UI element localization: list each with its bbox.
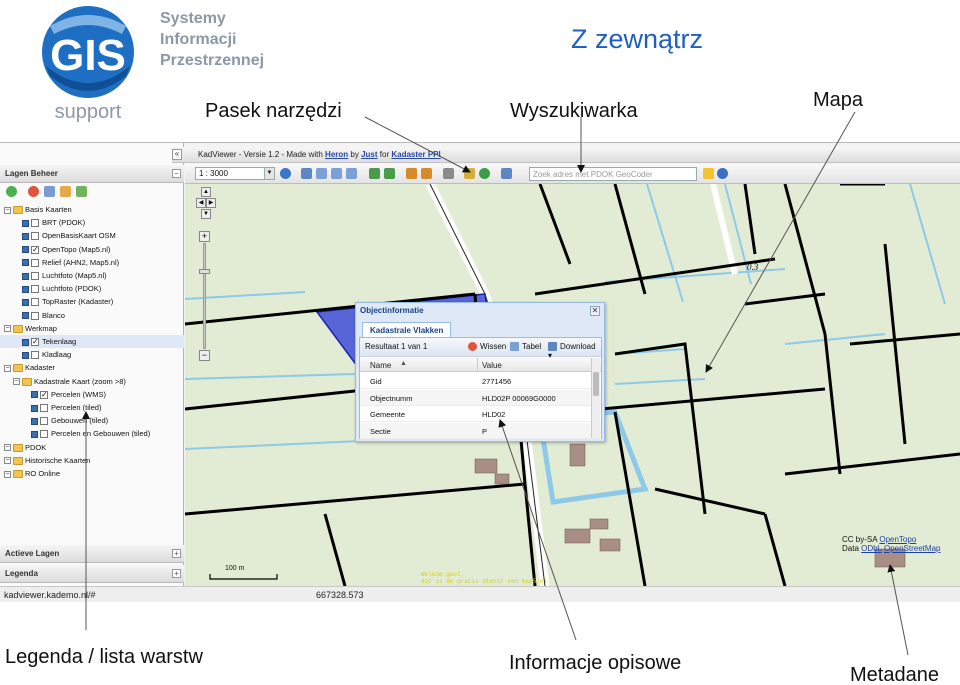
callout-arrows [82, 111, 909, 656]
